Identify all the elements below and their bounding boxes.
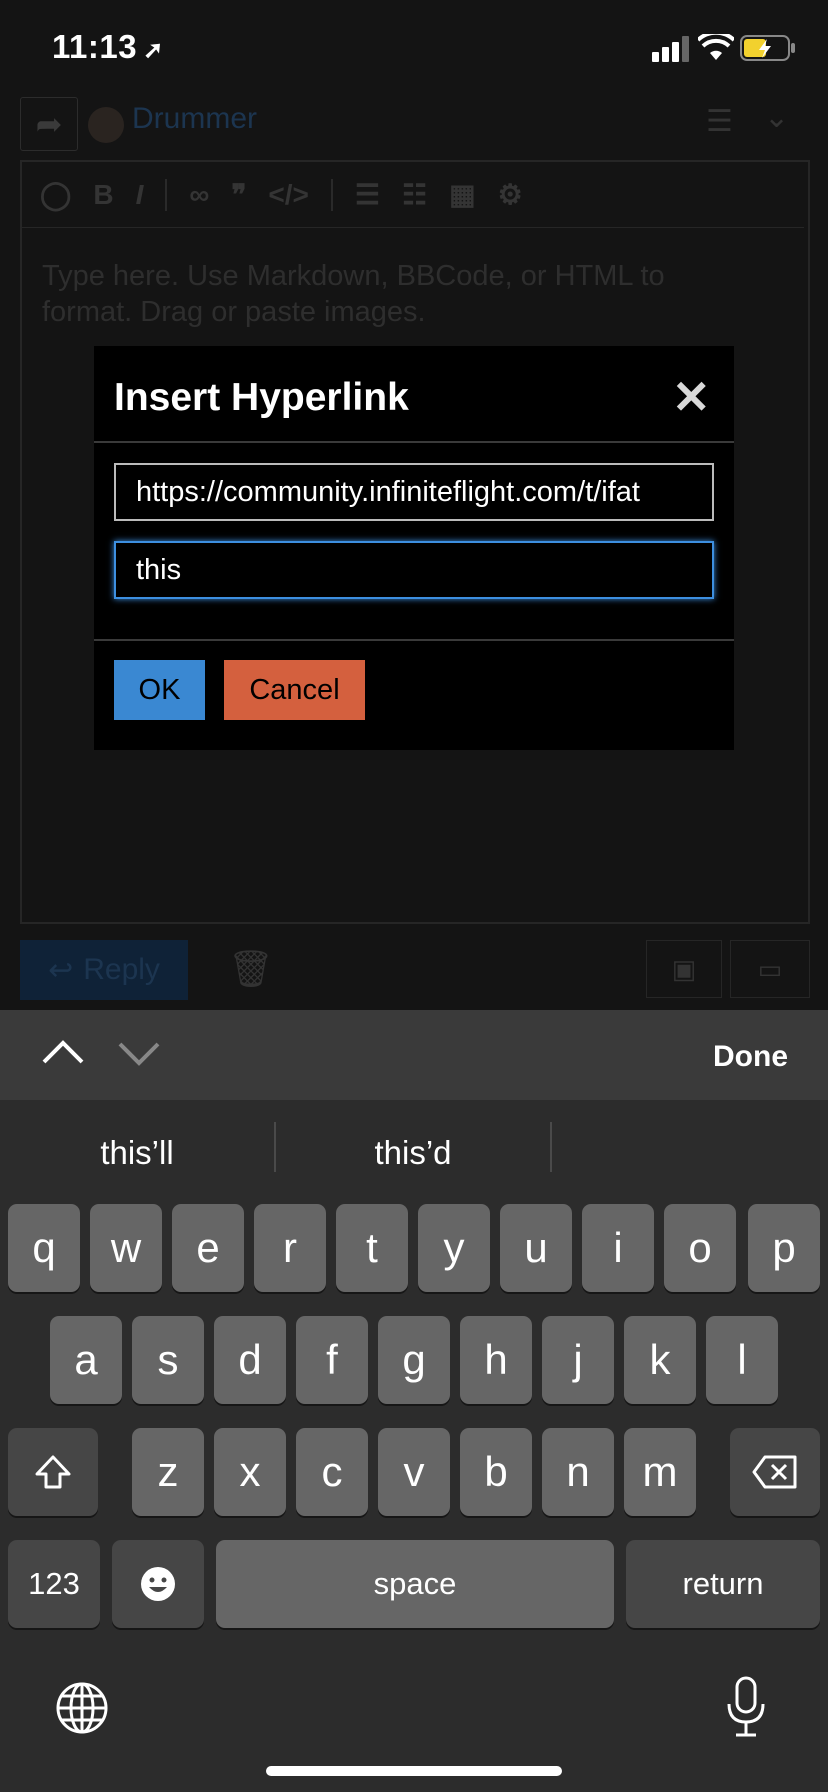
key-m[interactable]: m	[624, 1428, 696, 1516]
battery-icon	[740, 35, 795, 61]
backspace-icon	[752, 1455, 797, 1489]
dialog-title: Insert Hyperlink	[114, 376, 409, 419]
suggestion-1[interactable]: this’ll	[0, 1122, 274, 1184]
key-c[interactable]: c	[296, 1428, 368, 1516]
key-a[interactable]: a	[50, 1316, 122, 1404]
key-x[interactable]: x	[214, 1428, 286, 1516]
avatar	[88, 107, 124, 143]
key-s[interactable]: s	[132, 1316, 204, 1404]
shift-icon	[35, 1455, 71, 1489]
globe-icon[interactable]	[54, 1680, 110, 1736]
toolbar-divider	[165, 178, 168, 211]
key-k[interactable]: k	[624, 1316, 696, 1404]
key-e[interactable]: e	[172, 1204, 244, 1292]
suggestion-3[interactable]	[552, 1122, 826, 1184]
quote-icon: ◯	[40, 179, 72, 210]
key-w[interactable]: w	[90, 1204, 162, 1292]
link-icon: ∞	[189, 178, 210, 210]
reply-username: Drummer	[132, 102, 257, 135]
blockquote-icon: ❞	[231, 179, 247, 210]
close-icon[interactable]: ✕	[672, 370, 711, 424]
key-u[interactable]: u	[500, 1204, 572, 1292]
key-n[interactable]: n	[542, 1428, 614, 1516]
key-b[interactable]: b	[460, 1428, 532, 1516]
chevron-up-icon[interactable]	[38, 1028, 88, 1078]
done-button[interactable]: Done	[713, 1040, 788, 1074]
bullet-list-icon: ☰	[354, 179, 380, 210]
trash-icon: 🗑	[228, 948, 274, 989]
code-icon: </>	[268, 178, 309, 210]
space-key[interactable]: space	[216, 1540, 614, 1628]
editor-placeholder: Type here. Use Markdown, BBCode, or HTML…	[42, 260, 665, 328]
key-i[interactable]: i	[582, 1204, 654, 1292]
location-arrow-icon: ➚	[143, 37, 164, 64]
numbers-key[interactable]: 123	[8, 1540, 100, 1628]
key-z[interactable]: z	[132, 1428, 204, 1516]
cellular-signal-icon	[652, 36, 689, 62]
ok-button[interactable]: OK	[114, 660, 205, 720]
emoji-icon	[141, 1567, 175, 1601]
reply-icon: ↩	[48, 953, 74, 987]
editor-toolbar: ◯ B I ∞ ❞ </> ☰ ☷ ▦ ⚙	[22, 162, 804, 228]
numbered-list-icon: ☷	[402, 179, 428, 210]
url-input[interactable]: https://community.infiniteflight.com/t/i…	[114, 463, 714, 521]
chevron-down-icon: ⌄	[764, 101, 790, 134]
keyboard: this’ll this’d q w e r t y u i o p a s d…	[0, 1100, 828, 1792]
status-time: 11:13 ➚	[52, 28, 164, 65]
insert-hyperlink-dialog: Insert Hyperlink ✕ https://community.inf…	[94, 346, 734, 750]
italic-icon: I	[135, 178, 144, 210]
home-indicator[interactable]	[266, 1766, 562, 1776]
emoji-key[interactable]	[112, 1540, 204, 1628]
key-f[interactable]: f	[296, 1316, 368, 1404]
backspace-key[interactable]	[730, 1428, 820, 1516]
preview-toggle-icon: ▭	[730, 940, 810, 998]
shift-key[interactable]	[8, 1428, 98, 1516]
key-q[interactable]: q	[8, 1204, 80, 1292]
key-j[interactable]: j	[542, 1316, 614, 1404]
key-o[interactable]: o	[664, 1204, 736, 1292]
key-t[interactable]: t	[336, 1204, 408, 1292]
divider	[94, 639, 734, 641]
suggestion-2[interactable]: this’d	[276, 1122, 550, 1184]
keyboard-accessory-bar: Done	[0, 1010, 828, 1100]
key-y[interactable]: y	[418, 1204, 490, 1292]
gear-icon: ⚙	[497, 179, 523, 210]
key-l[interactable]: l	[706, 1316, 778, 1404]
calendar-icon: ▦	[449, 179, 476, 210]
divider	[94, 441, 734, 443]
link-text-input[interactable]: this	[114, 541, 714, 599]
cancel-button[interactable]: Cancel	[224, 660, 365, 720]
bold-icon: B	[93, 178, 114, 210]
chevron-down-icon[interactable]	[114, 1028, 164, 1078]
key-h[interactable]: h	[460, 1316, 532, 1404]
return-key[interactable]: return	[626, 1540, 820, 1628]
key-r[interactable]: r	[254, 1204, 326, 1292]
key-p[interactable]: p	[748, 1204, 820, 1292]
hamburger-menu-icon: ☰	[706, 105, 733, 138]
microphone-icon[interactable]	[724, 1676, 768, 1740]
image-upload-icon: ▣	[646, 940, 722, 998]
reply-button: ↩ Reply	[20, 940, 188, 1000]
wifi-icon	[698, 34, 734, 60]
key-d[interactable]: d	[214, 1316, 286, 1404]
key-v[interactable]: v	[378, 1428, 450, 1516]
toolbar-divider	[330, 178, 333, 211]
reply-to-icon: ➦	[20, 97, 78, 151]
key-g[interactable]: g	[378, 1316, 450, 1404]
